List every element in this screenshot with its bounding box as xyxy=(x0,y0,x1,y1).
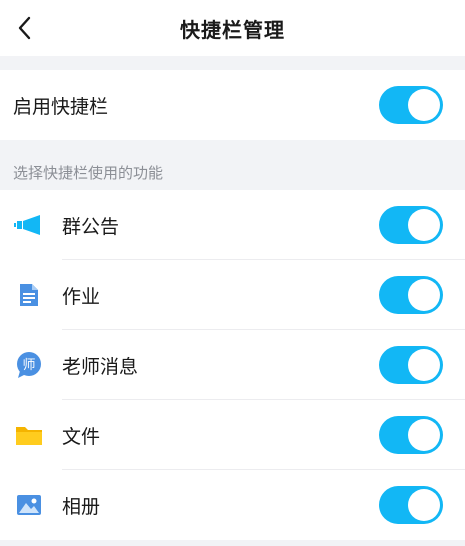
feature-row-album: 相册 xyxy=(0,470,465,540)
feature-row-teacher-message: 师 老师消息 xyxy=(0,330,465,400)
teacher-message-icon: 师 xyxy=(14,352,44,378)
enable-quickbar-row: 启用快捷栏 xyxy=(0,70,465,140)
nav-bar: 快捷栏管理 xyxy=(0,0,465,56)
page-title: 快捷栏管理 xyxy=(180,17,285,42)
feature-label: 文件 xyxy=(62,425,101,448)
toggle-knob xyxy=(408,349,440,381)
document-icon xyxy=(14,283,44,307)
enable-quickbar-toggle[interactable] xyxy=(379,86,443,124)
feature-row-homework: 作业 xyxy=(0,260,465,330)
photo-album-icon xyxy=(14,493,44,517)
teacher-message-toggle[interactable] xyxy=(379,346,443,384)
feature-label: 老师消息 xyxy=(62,355,139,378)
feature-label: 作业 xyxy=(62,285,101,308)
folder-icon xyxy=(14,423,44,447)
feature-list: 群公告 作业 师 老师消息 文件 相册 xyxy=(0,190,465,540)
toggle-knob xyxy=(408,419,440,451)
feature-label: 群公告 xyxy=(62,215,120,238)
album-toggle[interactable] xyxy=(379,486,443,524)
feature-label: 相册 xyxy=(62,495,101,518)
feature-row-announcement: 群公告 xyxy=(0,190,465,260)
files-toggle[interactable] xyxy=(379,416,443,454)
megaphone-icon xyxy=(14,213,44,237)
toggle-knob xyxy=(408,209,440,241)
section-heading: 选择快捷栏使用的功能 xyxy=(13,164,164,182)
svg-text:师: 师 xyxy=(22,358,35,373)
feature-row-files: 文件 xyxy=(0,400,465,470)
enable-section: 启用快捷栏 xyxy=(0,70,465,140)
announcement-toggle[interactable] xyxy=(379,206,443,244)
toggle-knob xyxy=(408,279,440,311)
chevron-left-icon xyxy=(18,16,31,40)
toggle-knob xyxy=(408,489,440,521)
enable-quickbar-label: 启用快捷栏 xyxy=(13,95,109,118)
homework-toggle[interactable] xyxy=(379,276,443,314)
toggle-knob xyxy=(408,89,440,121)
back-button[interactable] xyxy=(10,14,38,42)
